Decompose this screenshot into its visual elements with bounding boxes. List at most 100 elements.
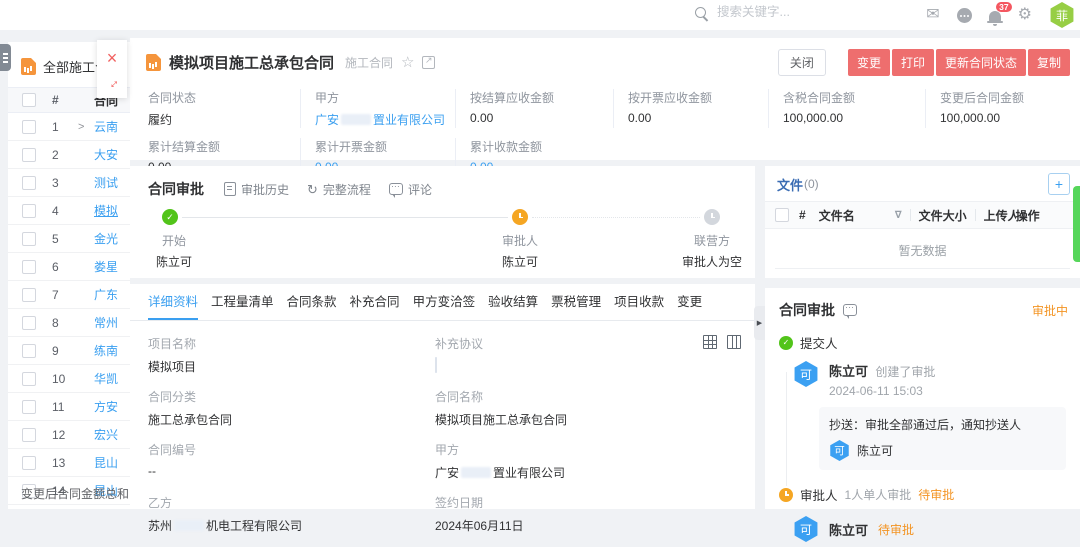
- add-file-button[interactable]: +: [1048, 173, 1070, 195]
- contract-link[interactable]: 常州: [94, 314, 118, 331]
- global-search[interactable]: [695, 4, 869, 20]
- contract-link[interactable]: 练南: [94, 342, 118, 359]
- table-row[interactable]: 6 娄星: [8, 253, 130, 281]
- table-row[interactable]: 3 测试: [8, 169, 130, 197]
- approval-history-link[interactable]: 审批历史: [224, 181, 289, 198]
- tab[interactable]: 甲方变洽签: [413, 284, 476, 320]
- row-checkbox[interactable]: [22, 316, 36, 330]
- contract-link[interactable]: 云南: [94, 118, 118, 135]
- panel-tools: [97, 40, 127, 98]
- action-buttons: 变更 打印 更新合同状态 复制: [848, 49, 1070, 76]
- contract-link[interactable]: 广东: [94, 286, 118, 303]
- contract-link[interactable]: 华凯: [94, 370, 118, 387]
- tab[interactable]: 变更: [677, 284, 702, 320]
- table-row[interactable]: 12 宏兴: [8, 421, 130, 449]
- favorite-star-icon[interactable]: [401, 55, 414, 70]
- files-count: (0): [804, 177, 819, 191]
- gear-icon[interactable]: [1018, 7, 1032, 23]
- action-button[interactable]: 更新合同状态: [936, 49, 1026, 76]
- table-row[interactable]: 8 常州: [8, 309, 130, 337]
- pending-state: 待审批: [878, 521, 914, 538]
- close-button[interactable]: 关闭: [778, 49, 826, 76]
- comment-icon[interactable]: [843, 304, 857, 316]
- row-checkbox[interactable]: [22, 400, 36, 414]
- select-all-checkbox[interactable]: [22, 93, 36, 107]
- user-avatar[interactable]: 菲: [1049, 2, 1075, 28]
- full-process-link[interactable]: 完整流程: [307, 181, 371, 198]
- row-checkbox[interactable]: [22, 428, 36, 442]
- detail-tabs-section: 详细资料 工程量清单 合同条款 补充合同 甲方变洽签 验收结算 票税管理 项目收…: [130, 284, 755, 509]
- tab[interactable]: 详细资料: [148, 284, 198, 320]
- field-project: 项目名称 模拟项目: [148, 335, 435, 388]
- tab[interactable]: 项目收款: [614, 284, 664, 320]
- search-icon: [695, 7, 706, 18]
- tab[interactable]: 补充合同: [350, 284, 400, 320]
- pending-badge: 待审批: [918, 486, 954, 503]
- contract-link[interactable]: 昆山: [94, 454, 118, 471]
- table-row[interactable]: 2 大安: [8, 141, 130, 169]
- table-view-icon[interactable]: [703, 335, 717, 349]
- table-row[interactable]: 13 昆山: [8, 449, 130, 477]
- row-checkbox[interactable]: [22, 120, 36, 134]
- table-row[interactable]: 4 模拟: [8, 197, 130, 225]
- contract-link[interactable]: 金光: [94, 230, 118, 247]
- contract-link[interactable]: 方安: [94, 398, 118, 415]
- approver-section-header: 审批人 1人单人审批 待审批: [779, 485, 1066, 504]
- contract-link[interactable]: 宏兴: [94, 426, 118, 443]
- tab[interactable]: 合同条款: [287, 284, 337, 320]
- expand-icon[interactable]: [78, 121, 94, 133]
- row-checkbox[interactable]: [22, 260, 36, 274]
- step-current-icon: [512, 209, 528, 225]
- party-a-link[interactable]: 广安置业有限公司: [315, 111, 455, 128]
- check-icon: [779, 336, 793, 350]
- field-sign-date: 签约日期 2024年06月11日: [435, 494, 737, 547]
- table-row[interactable]: 5 金光: [8, 225, 130, 253]
- table-row[interactable]: 1 云南: [8, 113, 130, 141]
- files-select-all-checkbox[interactable]: [775, 208, 789, 222]
- column-number: #: [52, 93, 78, 107]
- party-b-link[interactable]: 苏州机电工程有限公司: [148, 517, 435, 534]
- collapsed-menu-handle[interactable]: [0, 44, 11, 71]
- column-view-icon[interactable]: [727, 335, 741, 349]
- table-row[interactable]: 7 广东: [8, 281, 130, 309]
- contract-link[interactable]: 大安: [94, 146, 118, 163]
- scrollbar-thumb[interactable]: [1073, 186, 1080, 262]
- row-checkbox[interactable]: [22, 148, 36, 162]
- field-amount-with-tax: 含税合同金额 100,000.00: [768, 89, 925, 128]
- action-button[interactable]: 复制: [1028, 49, 1070, 76]
- empty-state: 暂无数据: [765, 229, 1080, 259]
- search-input[interactable]: [715, 4, 869, 20]
- table-row[interactable]: 9 练南: [8, 337, 130, 365]
- contract-link[interactable]: 娄星: [94, 258, 118, 275]
- mail-icon[interactable]: [926, 7, 939, 23]
- row-checkbox[interactable]: [22, 344, 36, 358]
- filter-icon[interactable]: [895, 210, 902, 221]
- tab[interactable]: 验收结算: [488, 284, 538, 320]
- contract-link[interactable]: 测试: [94, 174, 118, 191]
- project-link[interactable]: 模拟项目: [148, 358, 435, 375]
- row-checkbox[interactable]: [22, 372, 36, 386]
- close-icon[interactable]: [107, 49, 118, 67]
- row-checkbox[interactable]: [22, 232, 36, 246]
- row-checkbox[interactable]: [22, 456, 36, 470]
- field-category: 合同分类 施工总承包合同: [148, 388, 435, 441]
- row-checkbox[interactable]: [22, 288, 36, 302]
- bell-icon[interactable]: 37: [989, 11, 1001, 22]
- comment-link[interactable]: 评论: [389, 181, 432, 198]
- action-button[interactable]: 打印: [892, 49, 934, 76]
- row-checkbox[interactable]: [22, 176, 36, 190]
- expand-icon[interactable]: [103, 73, 121, 91]
- party-a-link[interactable]: 广安置业有限公司: [435, 464, 737, 481]
- tab[interactable]: 票税管理: [551, 284, 601, 320]
- contract-link[interactable]: 模拟: [94, 202, 118, 219]
- row-number: 2: [52, 148, 78, 162]
- tab[interactable]: 工程量清单: [211, 284, 274, 320]
- collapse-handle[interactable]: [754, 306, 765, 340]
- table-row[interactable]: 10 华凯: [8, 365, 130, 393]
- chat-icon[interactable]: [957, 8, 972, 23]
- tab-bar: 详细资料 工程量清单 合同条款 补充合同 甲方变洽签 验收结算 票税管理 项目收…: [130, 284, 755, 321]
- action-button[interactable]: 变更: [848, 49, 890, 76]
- external-link-icon[interactable]: [422, 56, 435, 69]
- row-checkbox[interactable]: [22, 204, 36, 218]
- table-row[interactable]: 11 方安: [8, 393, 130, 421]
